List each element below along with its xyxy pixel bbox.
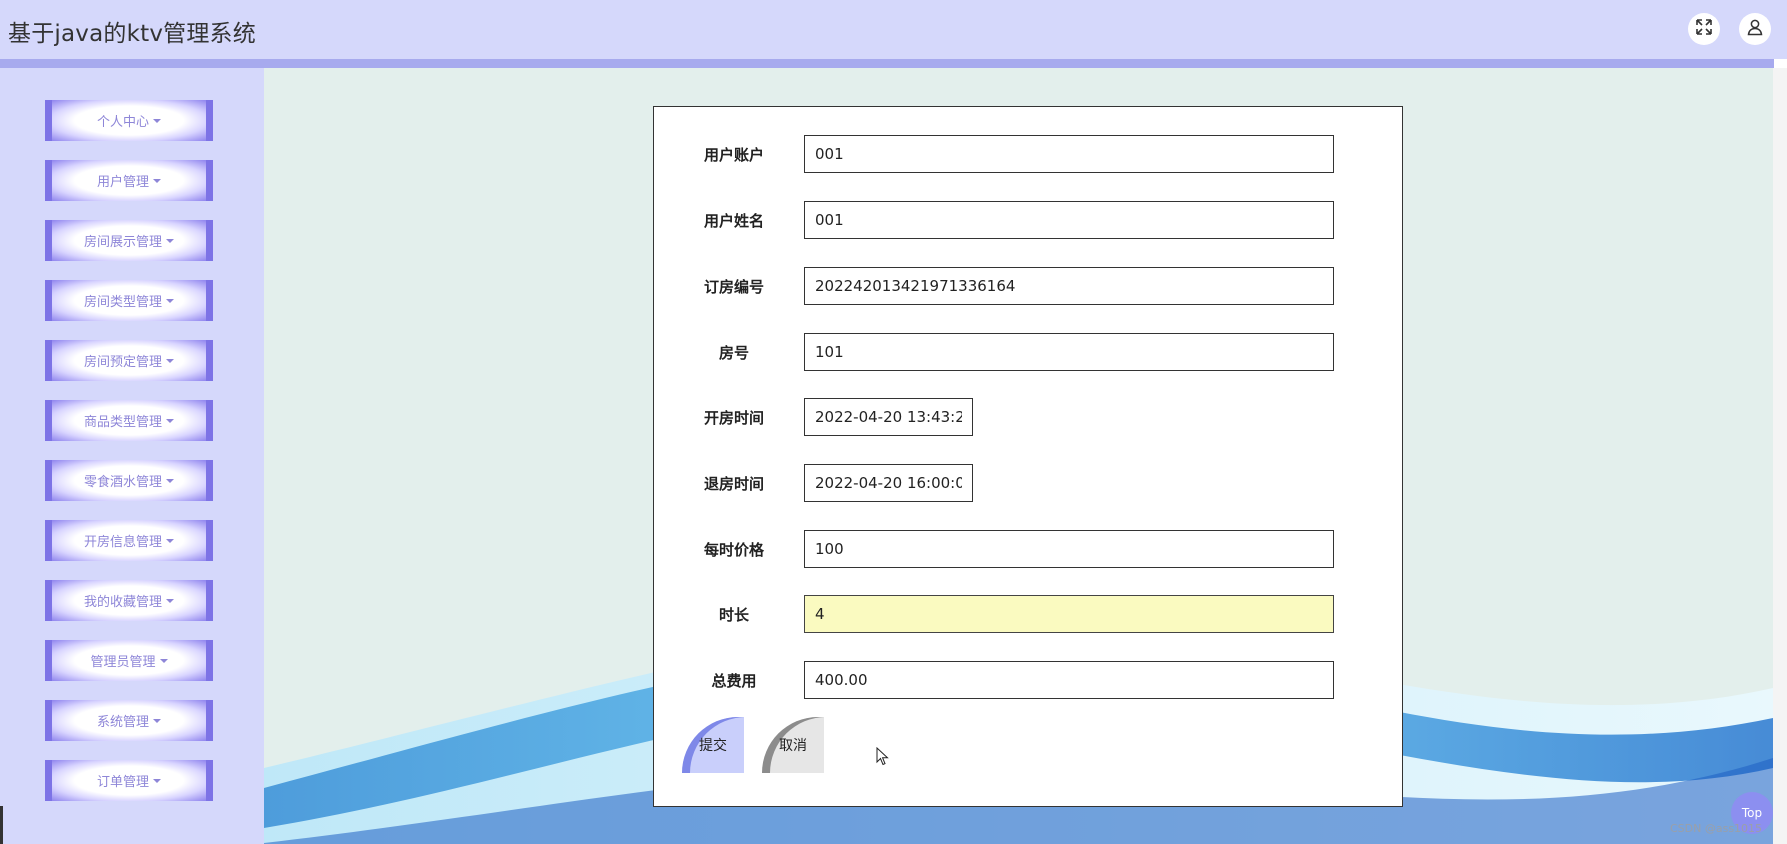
sidebar-item-product-type[interactable]: 商品类型管理 [45, 400, 213, 441]
sidebar-item-personal-center[interactable]: 个人中心 [45, 100, 213, 141]
sidebar-item-room-type[interactable]: 房间类型管理 [45, 280, 213, 321]
checkout-time-input[interactable] [804, 464, 973, 502]
sidebar-item-room-booking[interactable]: 房间预定管理 [45, 340, 213, 381]
sidebar-item-label: 系统管理 [96, 715, 149, 730]
field-label-user-account: 用户账户 [703, 146, 764, 164]
sidebar-item-user-management[interactable]: 用户管理 [45, 160, 213, 201]
sidebar-item-label: 零食酒水管理 [83, 475, 162, 490]
app-title: 基于java的ktv管理系统 [8, 21, 256, 47]
sidebar-item-label: 用户管理 [96, 175, 149, 190]
caret-down-icon [166, 598, 174, 603]
sidebar-item-label: 房间类型管理 [83, 295, 162, 310]
open-time-input[interactable] [804, 398, 973, 436]
sidebar-item-label: 个人中心 [96, 115, 149, 130]
sidebar-item-label: 商品类型管理 [83, 415, 162, 430]
page-scrollbar[interactable] [1773, 68, 1787, 844]
booking-number-input[interactable] [804, 267, 1334, 305]
field-label-hourly-price: 每时价格 [703, 541, 764, 559]
mouse-cursor-icon [876, 746, 890, 771]
caret-down-icon [153, 178, 161, 183]
sidebar-item-room-display[interactable]: 房间展示管理 [45, 220, 213, 261]
sidebar-item-label: 管理员管理 [90, 655, 156, 670]
user-account-input[interactable] [804, 135, 1334, 173]
caret-down-icon [153, 118, 161, 123]
sidebar-item-label: 订单管理 [96, 775, 149, 790]
sidebar-item-label: 开房信息管理 [83, 535, 162, 550]
caret-down-icon [153, 778, 161, 783]
caret-down-icon [159, 658, 168, 663]
caret-down-icon [166, 298, 174, 303]
sidebar-item-label: 房间展示管理 [83, 235, 162, 250]
caret-down-icon [166, 238, 174, 243]
user-icon [1746, 18, 1764, 40]
header-divider [0, 59, 1774, 68]
sidebar-item-snacks-drinks[interactable]: 零食酒水管理 [45, 460, 213, 501]
expand-arrows-icon [1695, 18, 1713, 40]
field-label-total-cost: 总费用 [711, 672, 757, 690]
field-label-booking-number: 订房编号 [703, 278, 764, 296]
caret-down-icon [166, 478, 174, 483]
field-label-room-number: 房号 [718, 344, 749, 362]
sidebar-item-label: 我的收藏管理 [83, 595, 162, 610]
user-name-input[interactable] [804, 201, 1334, 239]
hourly-price-input[interactable] [804, 530, 1334, 568]
fullscreen-button[interactable] [1688, 13, 1720, 45]
sidebar: 个人中心 用户管理 房间展示管理 房间类型管理 房间预定管理 商品类型管理 零食… [0, 68, 264, 844]
room-open-edit-form: 用户账户 用户姓名 订房编号 房号 开房时间 退房时间 每时价格 时长 总费用 … [653, 106, 1403, 807]
field-label-open-time: 开房时间 [703, 409, 764, 427]
caret-down-icon [166, 418, 174, 423]
sidebar-item-room-open-info[interactable]: 开房信息管理 [45, 520, 213, 561]
duration-input[interactable] [804, 595, 1334, 633]
field-label-user-name: 用户姓名 [703, 212, 764, 230]
caret-down-icon [166, 358, 174, 363]
field-label-duration: 时长 [718, 606, 749, 624]
room-number-input[interactable] [804, 333, 1334, 371]
user-menu-button[interactable] [1739, 13, 1771, 45]
left-edge-marker [0, 806, 3, 844]
sidebar-item-order-management[interactable]: 订单管理 [45, 760, 213, 801]
cancel-button[interactable]: 取消 [762, 717, 824, 773]
sidebar-item-label: 房间预定管理 [83, 355, 162, 370]
sidebar-item-favorites[interactable]: 我的收藏管理 [45, 580, 213, 621]
sidebar-item-admin-management[interactable]: 管理员管理 [45, 640, 213, 681]
app-root: 基于java的ktv管理系统 个人中心 用户管理 房间展示管理 房间类型管理 房… [0, 0, 1787, 844]
total-cost-input[interactable] [804, 661, 1334, 699]
caret-down-icon [153, 718, 161, 723]
csdn-watermark: CSDN @ass1015 [1670, 822, 1763, 835]
field-label-checkout-time: 退房时间 [703, 475, 764, 493]
caret-down-icon [166, 538, 174, 543]
submit-button[interactable]: 提交 [682, 717, 744, 773]
top-header: 基于java的ktv管理系统 [0, 0, 1787, 59]
sidebar-item-system-management[interactable]: 系统管理 [45, 700, 213, 741]
